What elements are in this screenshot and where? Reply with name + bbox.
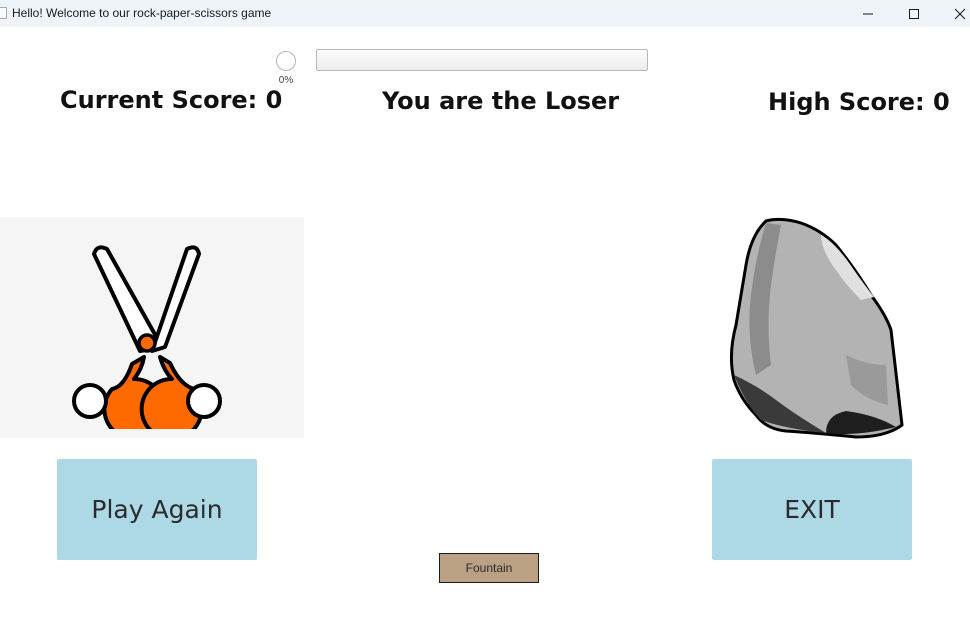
exit-button[interactable]: EXIT bbox=[712, 459, 912, 560]
app-icon bbox=[0, 7, 7, 19]
title-bar: Hello! Welcome to our rock-paper-scissor… bbox=[0, 0, 970, 27]
progress-bar bbox=[316, 49, 648, 71]
minimize-button[interactable] bbox=[845, 0, 891, 27]
fountain-button[interactable]: Fountain bbox=[439, 553, 539, 583]
player-choice-panel bbox=[0, 217, 304, 438]
current-score: Current Score: 0 bbox=[60, 86, 283, 114]
close-icon bbox=[954, 8, 966, 20]
close-button[interactable] bbox=[937, 0, 970, 27]
window-title: Hello! Welcome to our rock-paper-scissor… bbox=[12, 6, 272, 20]
maximize-icon bbox=[909, 9, 919, 19]
progress-ring bbox=[276, 51, 296, 71]
result-text: You are the Loser bbox=[382, 87, 620, 115]
rock-icon bbox=[729, 217, 904, 439]
high-score: High Score: 0 bbox=[768, 88, 950, 116]
minimize-icon bbox=[863, 13, 873, 15]
progress-percent-label: 0% bbox=[278, 75, 294, 86]
maximize-button[interactable] bbox=[891, 0, 937, 27]
scissors-icon bbox=[72, 245, 222, 429]
play-again-button[interactable]: Play Again bbox=[57, 459, 257, 560]
